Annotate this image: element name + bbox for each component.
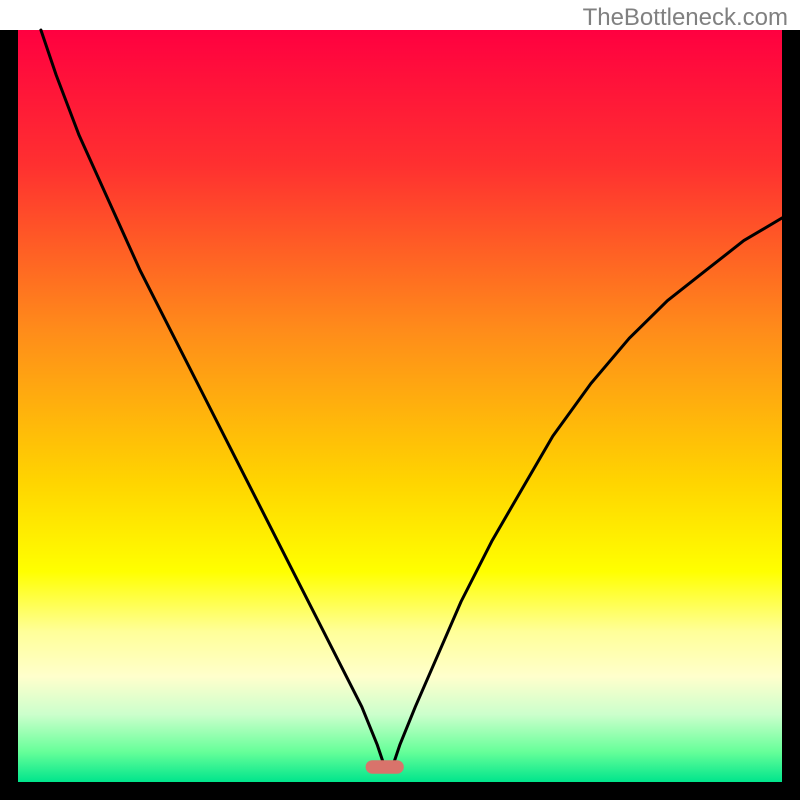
chart-background — [18, 30, 782, 782]
axis-left — [0, 30, 18, 800]
chart-container: TheBottleneck.com — [0, 0, 800, 800]
axis-bottom — [0, 782, 800, 800]
watermark-text: TheBottleneck.com — [583, 4, 788, 32]
optimal-marker — [366, 760, 404, 774]
axis-right — [782, 30, 800, 800]
bottleneck-chart — [0, 0, 800, 800]
